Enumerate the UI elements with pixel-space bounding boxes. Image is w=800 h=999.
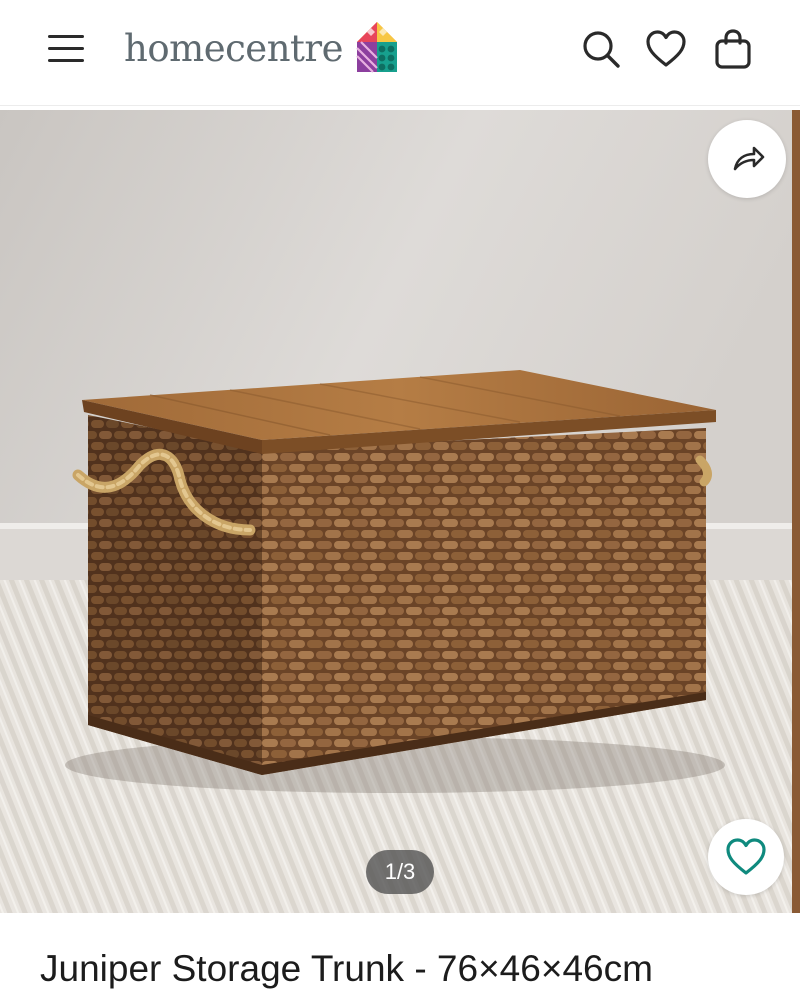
share-button[interactable] (708, 120, 786, 198)
share-icon (733, 146, 765, 171)
image-counter: 1/3 (366, 850, 434, 894)
wishlist-button[interactable] (708, 819, 784, 895)
product-photo (0, 110, 800, 913)
product-title: Juniper Storage Trunk - 76×46×46cm (40, 948, 653, 989)
heart-icon (726, 838, 766, 875)
heart-icon[interactable] (645, 28, 687, 70)
brand-name: homecentre (124, 26, 344, 70)
search-icon[interactable] (580, 28, 622, 70)
menu-icon[interactable] (46, 32, 86, 66)
shopping-bag-icon[interactable] (712, 28, 754, 70)
brand-logo[interactable]: homecentre (124, 18, 405, 78)
product-image-gallery[interactable]: 1/3 (0, 110, 800, 913)
site-header: homecentre (0, 0, 800, 106)
brand-logo-mark (356, 22, 397, 73)
